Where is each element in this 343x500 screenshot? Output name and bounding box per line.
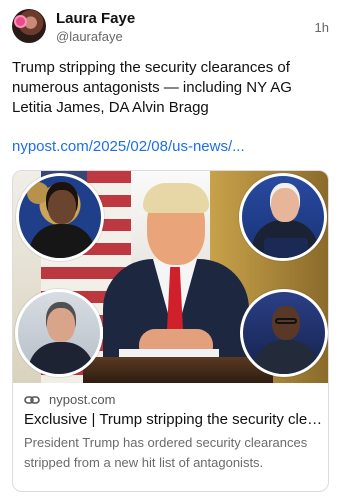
avatar-flower <box>16 17 25 26</box>
post-header: Laura Faye @laurafaye 1h <box>12 9 331 45</box>
card-title[interactable]: Exclusive | Trump stripping the security… <box>24 411 324 428</box>
author-handle[interactable]: @laurafaye <box>56 29 123 44</box>
inset-photo-top-left <box>16 173 104 261</box>
inset-photo-bottom-right <box>240 289 328 377</box>
post-text: Trump stripping the security clearances … <box>12 59 292 116</box>
post[interactable]: Laura Faye @laurafaye 1h Trump stripping… <box>0 0 343 500</box>
inset-photo-top-right <box>239 173 327 261</box>
link-preview-card[interactable]: nypost.com Exclusive | Trump stripping t… <box>12 170 329 492</box>
post-link[interactable]: nypost.com/2025/02/08/us-news/... <box>12 138 245 155</box>
image-desk <box>83 349 273 383</box>
link-icon <box>24 396 40 404</box>
author-name[interactable]: Laura Faye <box>56 10 135 27</box>
card-domain: nypost.com <box>49 392 116 407</box>
inset-photo-bottom-left <box>15 289 103 377</box>
card-description: President Trump has ordered security cle… <box>24 435 308 470</box>
avatar[interactable] <box>12 9 46 43</box>
post-timestamp: 1h <box>314 20 329 35</box>
card-image[interactable] <box>13 171 328 383</box>
